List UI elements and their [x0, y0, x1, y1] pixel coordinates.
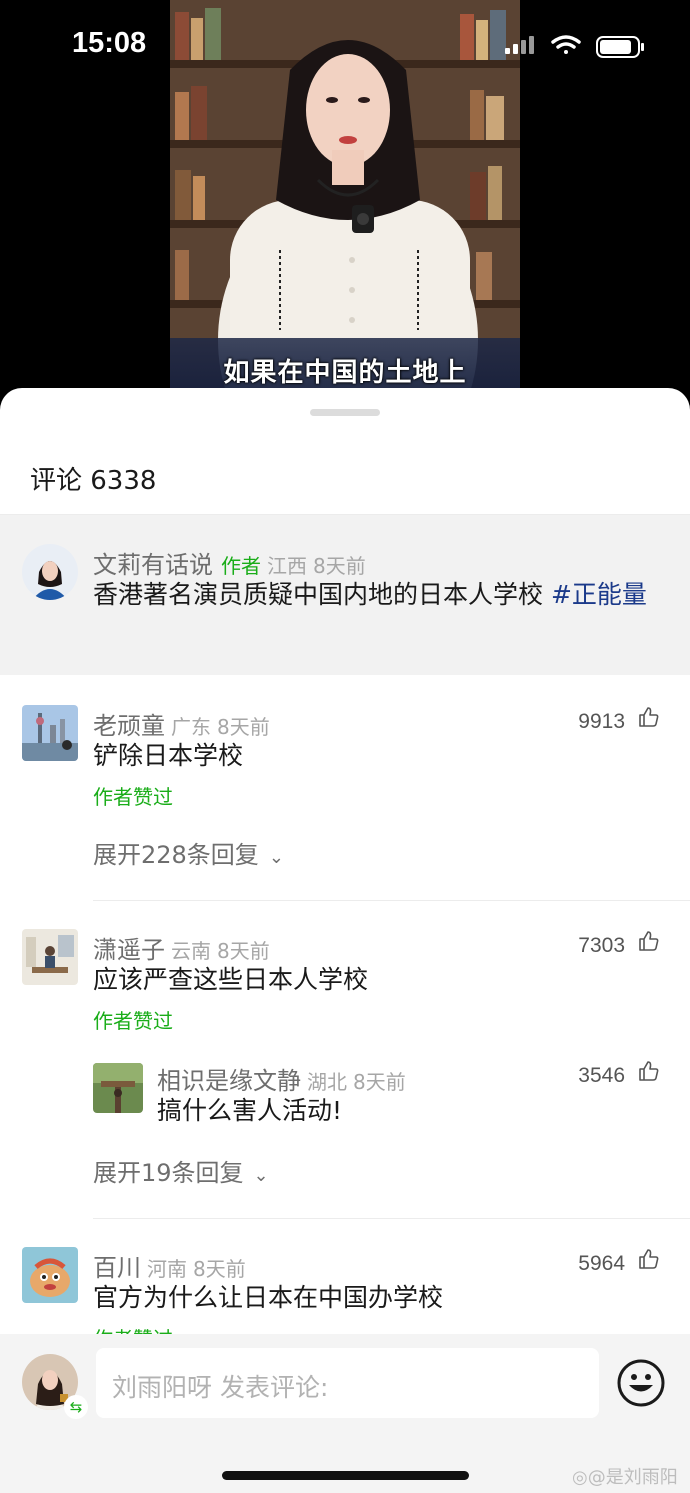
commenter-name[interactable]: 潇遥子	[93, 936, 165, 964]
like-count: 9913	[578, 710, 625, 733]
comment-input-placeholder: 刘雨阳呀 发表评论:	[112, 1373, 329, 1402]
post-time: 8天前	[313, 554, 366, 578]
comment-text: 官方为什么让日本在中国办学校	[93, 1283, 444, 1312]
comment-divider	[93, 900, 690, 901]
signal-icon	[505, 36, 534, 54]
comment-text: 应该严查这些日本人学校	[93, 965, 369, 994]
chevron-down-icon: ⌄	[268, 847, 284, 868]
reply-like-count: 3546	[578, 1064, 625, 1087]
like-count: 7303	[578, 934, 625, 957]
comment-text: 铲除日本学校	[93, 741, 244, 770]
wifi-icon	[551, 35, 581, 54]
weibo-logo-icon: ◎	[572, 1467, 588, 1488]
comment-divider	[93, 1218, 690, 1219]
chevron-down-icon: ⌄	[253, 1165, 269, 1186]
thumbs-up-icon[interactable]	[637, 929, 661, 953]
comment-author-line: 老顽童 广东 8天前	[93, 706, 270, 741]
video-subtitle: 如果在中国的土地上	[223, 358, 467, 388]
thumbs-up-icon[interactable]	[637, 705, 661, 729]
comment-location: 广东	[171, 715, 211, 739]
pinned-post-body: 香港著名演员质疑中国内地的日本人学校	[93, 580, 551, 609]
hashtag-link[interactable]: #正能量	[551, 580, 647, 609]
watermark-text: @是刘雨阳	[587, 1467, 678, 1488]
pinned-post-text: 香港著名演员质疑中国内地的日本人学校 #正能量	[93, 576, 673, 614]
comment-location: 云南	[171, 939, 211, 963]
comment-time: 8天前	[217, 939, 270, 963]
comment-time: 8天前	[217, 715, 270, 739]
comment-author-line: 潇遥子 云南 8天前	[93, 930, 270, 965]
reply-time: 8天前	[353, 1070, 406, 1094]
reply-location: 湖北	[307, 1070, 347, 1094]
comment-composer-bar: ⇆ 刘雨阳呀 发表评论: ◎@是刘雨阳	[0, 1334, 690, 1493]
comment-location: 河南	[147, 1257, 187, 1281]
author-badge: 作者	[221, 554, 261, 578]
reply-text: 搞什么害人活动!	[157, 1096, 343, 1125]
comment-input[interactable]: 刘雨阳呀 发表评论:	[96, 1348, 599, 1418]
status-time: 15:08	[72, 27, 147, 59]
commenter-name[interactable]: 百川	[93, 1254, 141, 1282]
status-icons	[505, 35, 644, 58]
comments-sheet: 评论 6338 文莉有话说 作者 江西 8天前 香港著名演员质疑中国内地的日本人学校 …	[0, 388, 690, 1493]
pinned-author-post[interactable]: 文莉有话说 作者 江西 8天前 香港著名演员质疑中国内地的日本人学校 #正能量	[0, 515, 690, 675]
comments-count-title: 评论 6338	[30, 466, 157, 496]
expand-replies-label: 展开228条回复	[93, 841, 259, 869]
thumbs-up-icon[interactable]	[637, 1059, 661, 1083]
commenter-avatar[interactable]	[22, 929, 78, 985]
reply-author-line: 相识是缘文静 湖北 8天前	[157, 1061, 406, 1096]
commenter-avatar[interactable]	[22, 705, 78, 761]
emoji-icon[interactable]	[616, 1358, 666, 1408]
reply-avatar[interactable]	[93, 1063, 143, 1113]
home-indicator[interactable]	[222, 1471, 469, 1480]
commenter-name[interactable]: 老顽童	[93, 712, 165, 740]
reply-author-name[interactable]: 相识是缘文静	[157, 1067, 301, 1095]
author-location: 江西	[267, 554, 307, 578]
pinned-author-line: 文莉有话说 作者 江西 8天前	[93, 545, 366, 580]
commenter-avatar[interactable]	[22, 1247, 78, 1303]
author-liked-label: 作者赞过	[93, 1009, 173, 1033]
expand-replies-button[interactable]: 展开19条回复 ⌄	[93, 1153, 269, 1188]
thumbs-up-icon[interactable]	[637, 1247, 661, 1271]
switch-account-icon[interactable]: ⇆	[64, 1395, 88, 1419]
expand-replies-button[interactable]: 展开228条回复 ⌄	[93, 835, 284, 870]
watermark: ◎@是刘雨阳	[572, 1463, 678, 1489]
comment-time: 8天前	[193, 1257, 246, 1281]
author-liked-label: 作者赞过	[93, 785, 173, 809]
expand-replies-label: 展开19条回复	[93, 1159, 244, 1187]
like-count: 5964	[578, 1252, 625, 1275]
comment-author-line: 百川 河南 8天前	[93, 1248, 246, 1283]
author-name[interactable]: 文莉有话说	[93, 551, 213, 579]
author-avatar[interactable]	[22, 544, 78, 600]
sheet-drag-handle[interactable]	[310, 409, 380, 416]
battery-icon	[596, 36, 644, 58]
